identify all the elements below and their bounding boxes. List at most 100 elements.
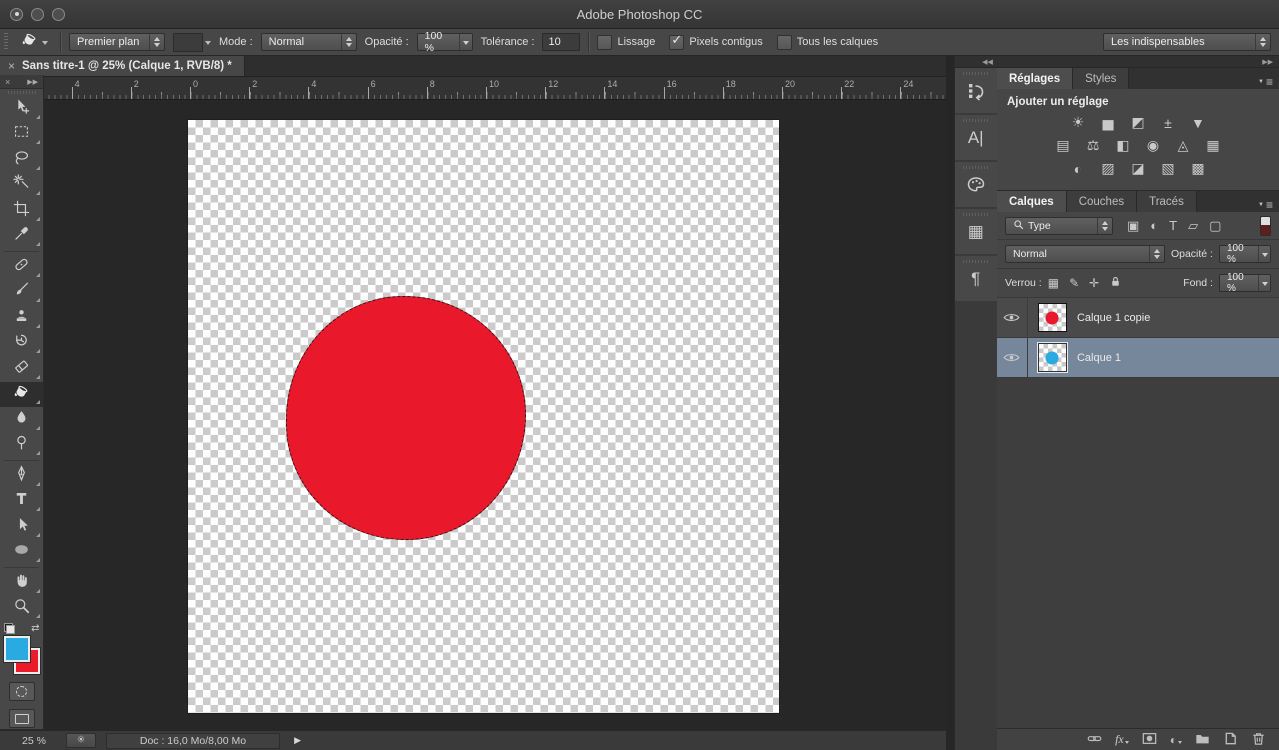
photo-filter-adjustment-icon[interactable]: ◉ bbox=[1142, 137, 1163, 154]
path-selection-tool[interactable] bbox=[0, 514, 43, 540]
status-sync-button[interactable] bbox=[66, 733, 96, 748]
pattern-picker[interactable] bbox=[173, 33, 203, 52]
new-adjustment-layer-button[interactable]: ◐ bbox=[1170, 733, 1182, 747]
zoom-tool[interactable] bbox=[0, 596, 43, 622]
channel-mixer-adjustment-icon[interactable]: ◬ bbox=[1172, 137, 1193, 154]
filter-type-layers-icon[interactable]: T bbox=[1169, 218, 1177, 233]
delete-layer-button[interactable] bbox=[1251, 731, 1266, 749]
invert-adjustment-icon[interactable]: ◐ bbox=[1067, 160, 1088, 177]
foreground-color-swatch[interactable] bbox=[4, 636, 30, 662]
filter-adjustment-layers-icon[interactable]: ◐ bbox=[1150, 218, 1158, 233]
close-tools-icon[interactable]: × bbox=[5, 77, 10, 87]
layer-thumbnail[interactable] bbox=[1038, 303, 1067, 332]
opacity-select[interactable]: 100 % bbox=[417, 33, 473, 51]
rectangular-marquee-tool[interactable] bbox=[0, 122, 43, 148]
color-balance-adjustment-icon[interactable]: ⚖ bbox=[1082, 137, 1103, 154]
blend-mode-select[interactable]: Normal bbox=[1005, 245, 1165, 263]
add-layer-mask-button[interactable] bbox=[1142, 731, 1157, 749]
spot-healing-brush-tool[interactable] bbox=[0, 254, 43, 280]
lock-image-pixels-icon[interactable]: ✎ bbox=[1069, 276, 1079, 290]
current-tool-button[interactable] bbox=[16, 30, 52, 54]
posterize-adjustment-icon[interactable]: ▨ bbox=[1097, 160, 1118, 177]
all-layers-checkbox[interactable]: Tous les calques bbox=[777, 35, 878, 50]
brightness-contrast-adjustment-icon[interactable]: ☀ bbox=[1067, 114, 1088, 131]
layer-row[interactable]: Calque 1 bbox=[997, 338, 1279, 378]
clone-stamp-tool[interactable] bbox=[0, 305, 43, 331]
brush-tool[interactable] bbox=[0, 280, 43, 306]
layer-opacity-select[interactable]: 100 % bbox=[1219, 245, 1271, 263]
hue-saturation-adjustment-icon[interactable]: ▤ bbox=[1052, 137, 1073, 154]
tab-couches[interactable]: Couches bbox=[1067, 191, 1137, 212]
ellipse-tool[interactable] bbox=[0, 540, 43, 566]
doc-size-field[interactable]: Doc : 16,0 Mo/8,00 Mo ▶ bbox=[106, 733, 280, 749]
new-layer-button[interactable] bbox=[1223, 731, 1238, 749]
layer-visibility-toggle[interactable] bbox=[997, 298, 1028, 337]
color-lookup-adjustment-icon[interactable]: ▦ bbox=[1202, 137, 1223, 154]
filter-shape-layers-icon[interactable]: ▱ bbox=[1188, 218, 1198, 234]
gradient-map-adjustment-icon[interactable]: ▩ bbox=[1187, 160, 1208, 177]
panel-menu-icon[interactable]: ▼≡ bbox=[1258, 198, 1279, 212]
paint-bucket-tool[interactable] bbox=[0, 382, 43, 408]
black-white-adjustment-icon[interactable]: ◧ bbox=[1112, 137, 1133, 154]
quick-mask-button[interactable] bbox=[9, 682, 35, 701]
tab-traces[interactable]: Tracés bbox=[1137, 191, 1197, 212]
paragraph-panel-button[interactable]: ¶ bbox=[955, 256, 997, 301]
history-panel-button[interactable] bbox=[955, 68, 997, 113]
eyedropper-tool[interactable] bbox=[0, 224, 43, 250]
screen-mode-button[interactable] bbox=[9, 709, 35, 728]
close-document-icon[interactable]: × bbox=[8, 59, 15, 73]
eraser-tool[interactable] bbox=[0, 356, 43, 382]
layer-filter-toggle[interactable] bbox=[1260, 216, 1271, 236]
document-tab[interactable]: × Sans titre-1 @ 25% (Calque 1, RVB/8) * bbox=[0, 56, 245, 76]
lock-position-icon[interactable]: ✛ bbox=[1089, 276, 1099, 290]
checkbox-icon[interactable] bbox=[777, 35, 792, 50]
dodge-tool[interactable] bbox=[0, 433, 43, 459]
layer-filter-select[interactable]: Type bbox=[1005, 217, 1113, 235]
swap-colors-icon[interactable]: ⇄ bbox=[31, 623, 39, 634]
canvas-viewport[interactable] bbox=[0, 100, 946, 730]
move-tool[interactable] bbox=[0, 96, 43, 122]
curves-adjustment-icon[interactable]: ◩ bbox=[1127, 114, 1148, 131]
tolerance-input[interactable]: 10 bbox=[542, 33, 580, 51]
checkbox-icon[interactable] bbox=[597, 35, 612, 50]
panel-menu-icon[interactable]: ▼≡ bbox=[1258, 75, 1279, 89]
lock-all-icon[interactable] bbox=[1109, 275, 1122, 291]
type-tool[interactable] bbox=[0, 489, 43, 515]
exposure-adjustment-icon[interactable]: ± bbox=[1157, 114, 1178, 131]
layer-visibility-toggle[interactable] bbox=[997, 338, 1028, 377]
default-colors-icon[interactable] bbox=[4, 623, 15, 634]
collapse-tools-icon[interactable]: ▶▶ bbox=[27, 78, 38, 86]
crop-tool[interactable] bbox=[0, 198, 43, 224]
contiguous-checkbox[interactable]: Pixels contigus bbox=[669, 35, 762, 50]
fill-opacity-select[interactable]: 100 % bbox=[1219, 274, 1271, 292]
expand-dock-button[interactable]: ◀◀ bbox=[955, 56, 997, 68]
character-panel-button[interactable]: A| bbox=[955, 115, 997, 160]
tab-calques[interactable]: Calques bbox=[997, 191, 1067, 212]
lasso-tool[interactable] bbox=[0, 147, 43, 173]
layer-style-button[interactable]: fx bbox=[1115, 732, 1129, 747]
layer-thumbnail[interactable] bbox=[1038, 343, 1067, 372]
selected-red-circle[interactable] bbox=[286, 296, 526, 540]
workspace-select[interactable]: Les indispensables bbox=[1103, 33, 1271, 51]
hand-tool[interactable] bbox=[0, 570, 43, 596]
filter-pixel-layers-icon[interactable]: ▣ bbox=[1127, 218, 1139, 234]
checkbox-icon[interactable] bbox=[669, 35, 684, 50]
pen-tool[interactable] bbox=[0, 463, 43, 489]
link-layers-button[interactable] bbox=[1087, 731, 1102, 749]
tab-reglages[interactable]: Réglages bbox=[997, 68, 1073, 89]
history-brush-tool[interactable] bbox=[0, 331, 43, 357]
options-grip[interactable] bbox=[4, 33, 8, 51]
magic-wand-tool[interactable] bbox=[0, 173, 43, 199]
status-expand-icon[interactable]: ▶ bbox=[294, 735, 301, 746]
swatches-panel-button[interactable]: ▦ bbox=[955, 209, 997, 254]
tab-styles[interactable]: Styles bbox=[1073, 68, 1129, 89]
lock-transparent-pixels-icon[interactable]: ▦ bbox=[1048, 276, 1059, 290]
mode-select[interactable]: Normal bbox=[261, 33, 357, 51]
layer-row[interactable]: Calque 1 copie bbox=[997, 298, 1279, 338]
tools-grip[interactable] bbox=[0, 89, 43, 96]
blur-tool[interactable] bbox=[0, 407, 43, 433]
canvas[interactable] bbox=[188, 120, 779, 713]
levels-adjustment-icon[interactable]: ▅ bbox=[1097, 114, 1118, 131]
new-group-button[interactable] bbox=[1195, 731, 1210, 749]
threshold-adjustment-icon[interactable]: ◪ bbox=[1127, 160, 1148, 177]
